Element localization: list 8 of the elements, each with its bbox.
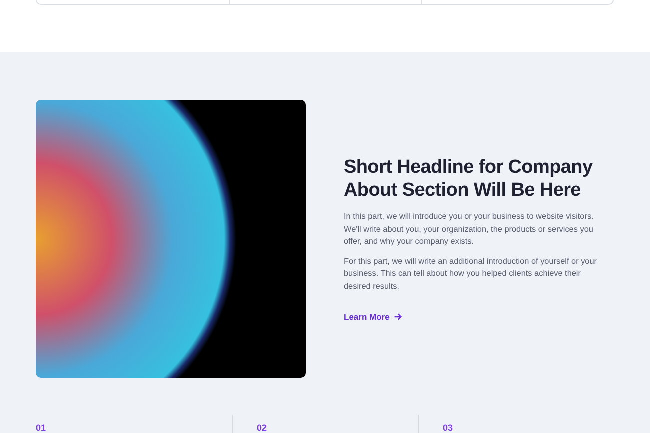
- learn-more-link[interactable]: Learn More: [344, 312, 402, 322]
- arrow-right-icon: [394, 313, 402, 321]
- step-number: 01: [36, 423, 46, 433]
- section-headline: Short Headline for Company About Section Will Be Here: [344, 156, 594, 202]
- body-paragraph: For this part, we will write an additional introduction of yourself or your business. This can tell about how you helped clients achieve their desired results.: [344, 256, 598, 292]
- step-number: 02: [257, 423, 268, 433]
- step-number: 03: [443, 423, 454, 433]
- body-paragraph: In this part, we will introduce you or your business to website visitors. We'll write about you, your organization, the products or services you offer, and why your company exists.: [344, 211, 595, 248]
